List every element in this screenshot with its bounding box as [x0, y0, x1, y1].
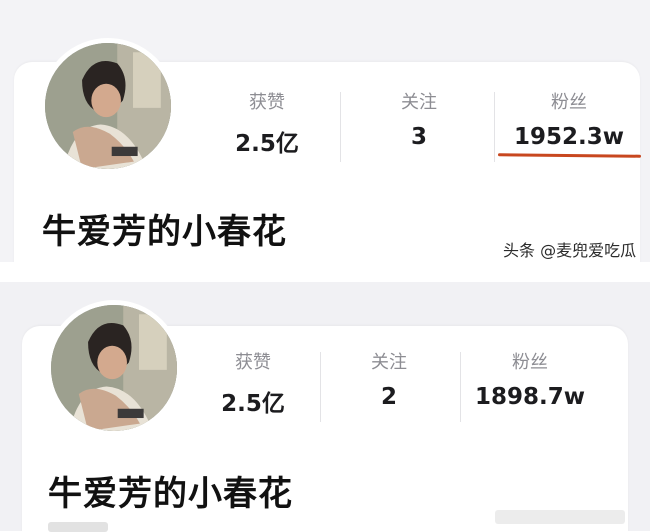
stat-divider — [460, 352, 461, 422]
stat-label: 关注 — [371, 352, 407, 373]
stat-label: 获赞 — [249, 92, 285, 113]
stat-label: 粉丝 — [551, 92, 587, 113]
top-stat-followers[interactable]: 粉丝 1952.3w — [510, 88, 628, 150]
bottom-stat-likes[interactable]: 获赞 2.5亿 — [214, 348, 292, 418]
top-stat-likes[interactable]: 获赞 2.5亿 — [228, 88, 306, 158]
bottom-avatar[interactable] — [46, 300, 182, 436]
top-nickname: 牛爱芳的小春花 — [42, 212, 287, 252]
stat-label: 粉丝 — [512, 352, 548, 373]
avatar-photo-icon — [51, 305, 177, 431]
stat-value: 3 — [410, 124, 427, 150]
top-avatar[interactable] — [40, 38, 176, 174]
top-stat-following[interactable]: 关注 3 — [380, 88, 458, 150]
avatar-photo-icon — [45, 43, 171, 169]
stat-divider — [320, 352, 321, 422]
bottom-nickname: 牛爱芳的小春花 — [48, 474, 293, 514]
stat-label: 关注 — [401, 92, 437, 113]
bottom-stat-followers[interactable]: 粉丝 1898.7w — [470, 348, 590, 410]
stat-divider — [340, 92, 341, 162]
stat-value: 1898.7w — [474, 384, 585, 410]
bottom-stat-following[interactable]: 关注 2 — [350, 348, 428, 410]
stat-divider — [494, 92, 495, 162]
stat-value: 1952.3w — [513, 124, 624, 150]
stat-value: 2.5亿 — [235, 131, 299, 157]
stat-label: 获赞 — [235, 352, 271, 373]
stat-value: 2 — [380, 384, 397, 410]
watermark-text: 头条 @麦兜爱吃瓜 — [503, 241, 637, 260]
blurred-strip — [495, 510, 625, 524]
stat-value: 2.5亿 — [221, 391, 285, 417]
